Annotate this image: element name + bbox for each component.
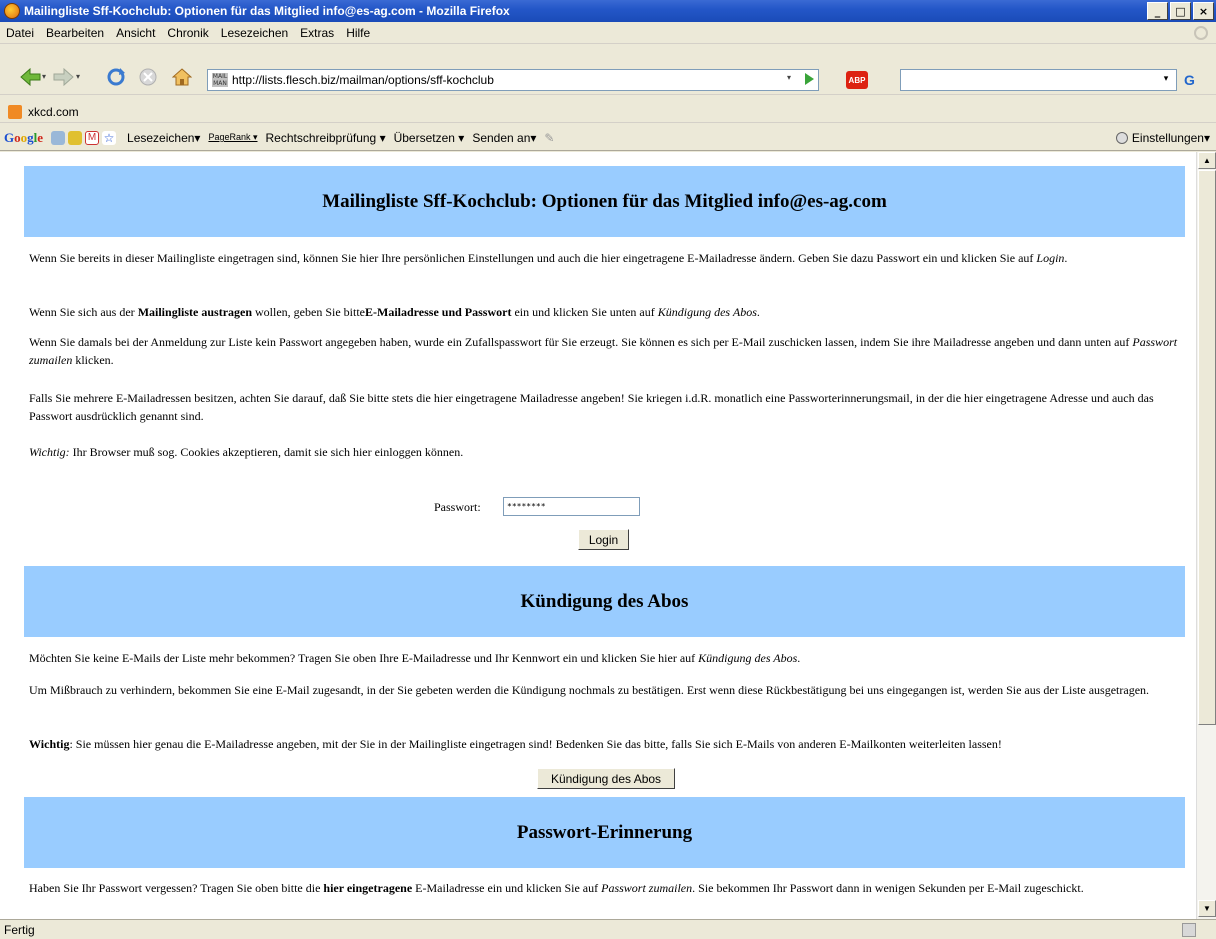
search-engine-button[interactable]: G xyxy=(1184,72,1195,88)
mailman-site-icon: MAIL MAN xyxy=(212,73,228,87)
close-button[interactable]: × xyxy=(1193,2,1214,20)
vertical-scrollbar[interactable]: ▲ ▼ xyxy=(1196,152,1216,919)
go-icon[interactable] xyxy=(805,73,814,85)
google-search-icon[interactable] xyxy=(51,130,66,145)
send-to-menu[interactable]: Senden an▾ xyxy=(472,131,536,145)
google-logo[interactable]: Google xyxy=(4,130,43,146)
pagerank-menu[interactable]: PageRank ▾ xyxy=(208,132,257,143)
status-text: Fertig xyxy=(4,922,35,937)
intro-paragraph-1: Wenn Sie bereits in dieser Mailingliste … xyxy=(29,251,1068,265)
reminder-paragraph: Haben Sie Ihr Passwort vergessen? Tragen… xyxy=(29,881,1084,895)
forward-arrow-icon xyxy=(53,68,74,86)
reminder-heading: Passwort-Erinnerung xyxy=(24,797,1185,868)
translate-menu[interactable]: Übersetzen ▾ xyxy=(394,131,465,145)
reload-button[interactable] xyxy=(104,65,128,89)
bookmarks-bar: xkcd.com xyxy=(0,101,1216,123)
google-toolbar: Google M ☆ Lesezeichen▾ PageRank ▾ Recht… xyxy=(0,125,1216,151)
login-button[interactable]: Login xyxy=(578,529,629,550)
menu-bar: Datei Bearbeiten Ansicht Chronik Lesezei… xyxy=(0,22,1216,44)
unsubscribe-paragraph-1: Möchten Sie keine E-Mails der Liste mehr… xyxy=(29,651,801,665)
stop-icon xyxy=(139,68,157,86)
settings-label: Einstellungen▾ xyxy=(1131,131,1210,145)
back-button[interactable] xyxy=(18,65,42,89)
gmail-icon[interactable]: M xyxy=(85,130,100,145)
settings-icon xyxy=(1115,132,1128,144)
window-controls: _ □ × xyxy=(1147,2,1214,20)
intro-paragraph-2: Wenn Sie sich aus der Mailingliste austr… xyxy=(29,305,760,319)
menu-lesezeichen[interactable]: Lesezeichen xyxy=(221,26,288,40)
unsubscribe-button[interactable]: Kündigung des Abos xyxy=(537,768,675,789)
page-content: Mailingliste Sff-Kochclub: Optionen für … xyxy=(0,152,1196,919)
stop-button[interactable] xyxy=(136,65,160,89)
search-input[interactable]: ▾ xyxy=(900,69,1177,91)
forward-button[interactable] xyxy=(52,65,76,89)
rss-feed-icon xyxy=(8,104,22,119)
home-button[interactable] xyxy=(170,65,194,89)
back-arrow-icon xyxy=(20,68,41,86)
url-text: http://lists.flesch.biz/mailman/options/… xyxy=(232,73,494,87)
cookies-note: Wichtig: Ihr Browser muß sog. Cookies ak… xyxy=(29,445,464,459)
window-titlebar: Mailingliste Sff-Kochclub: Optionen für … xyxy=(0,0,1216,22)
page-heading: Mailingliste Sff-Kochclub: Optionen für … xyxy=(24,166,1185,237)
menu-chronik[interactable]: Chronik xyxy=(167,26,208,40)
firefox-icon xyxy=(4,3,20,19)
spellcheck-menu[interactable]: Rechtschreibprüfung ▾ xyxy=(266,131,386,145)
adblock-button[interactable]: ABP xyxy=(846,71,868,89)
star-icon[interactable]: ☆ xyxy=(102,130,117,145)
google-apps-icon[interactable] xyxy=(68,130,83,145)
forward-dropdown-icon[interactable]: ▾ xyxy=(76,72,84,82)
window-title: Mailingliste Sff-Kochclub: Optionen für … xyxy=(24,4,510,18)
password-label: Passwort: xyxy=(434,500,481,514)
reload-icon xyxy=(107,68,125,86)
home-icon xyxy=(172,68,192,86)
throbber-icon xyxy=(1194,26,1208,40)
password-field[interactable]: ******** xyxy=(503,497,640,516)
status-bar: Fertig xyxy=(0,919,1216,939)
menu-hilfe[interactable]: Hilfe xyxy=(346,26,370,40)
settings-menu[interactable]: Einstellungen▾ xyxy=(1115,131,1210,145)
menu-extras[interactable]: Extras xyxy=(300,26,334,40)
scroll-up-arrow-icon[interactable]: ▲ xyxy=(1198,152,1216,169)
status-extension-icon[interactable] xyxy=(1182,923,1196,937)
unsubscribe-heading: Kündigung des Abos xyxy=(24,566,1185,637)
pencil-icon[interactable]: ✎ xyxy=(544,131,554,145)
menu-ansicht[interactable]: Ansicht xyxy=(116,26,155,40)
search-dropdown-icon[interactable]: ▾ xyxy=(1159,73,1173,87)
bookmark-xkcd[interactable]: xkcd.com xyxy=(28,105,79,119)
unsubscribe-warning: Wichtig: Sie müssen hier genau die E-Mai… xyxy=(29,737,1002,751)
bookmarks-menu[interactable]: Lesezeichen▾ xyxy=(127,131,200,145)
menu-bearbeiten[interactable]: Bearbeiten xyxy=(46,26,104,40)
minimize-button[interactable]: _ xyxy=(1147,2,1168,20)
scroll-down-arrow-icon[interactable]: ▼ xyxy=(1198,900,1216,917)
menu-datei[interactable]: Datei xyxy=(6,26,34,40)
scroll-thumb[interactable] xyxy=(1198,170,1216,725)
maximize-button[interactable]: □ xyxy=(1170,2,1191,20)
intro-paragraph-3: Wenn Sie damals bei der Anmeldung zur Li… xyxy=(29,335,1178,367)
google-icons-group[interactable]: M ☆ xyxy=(51,130,119,145)
intro-paragraph-4: Falls Sie mehrere E-Mailadressen besitze… xyxy=(29,391,1154,423)
unsubscribe-paragraph-2: Um Mißbrauch zu verhindern, bekommen Sie… xyxy=(29,683,1150,697)
url-dropdown-icon[interactable]: ▾ xyxy=(782,73,796,87)
url-bar[interactable]: MAIL MAN http://lists.flesch.biz/mailman… xyxy=(207,69,819,91)
back-dropdown-icon[interactable]: ▾ xyxy=(42,72,50,82)
